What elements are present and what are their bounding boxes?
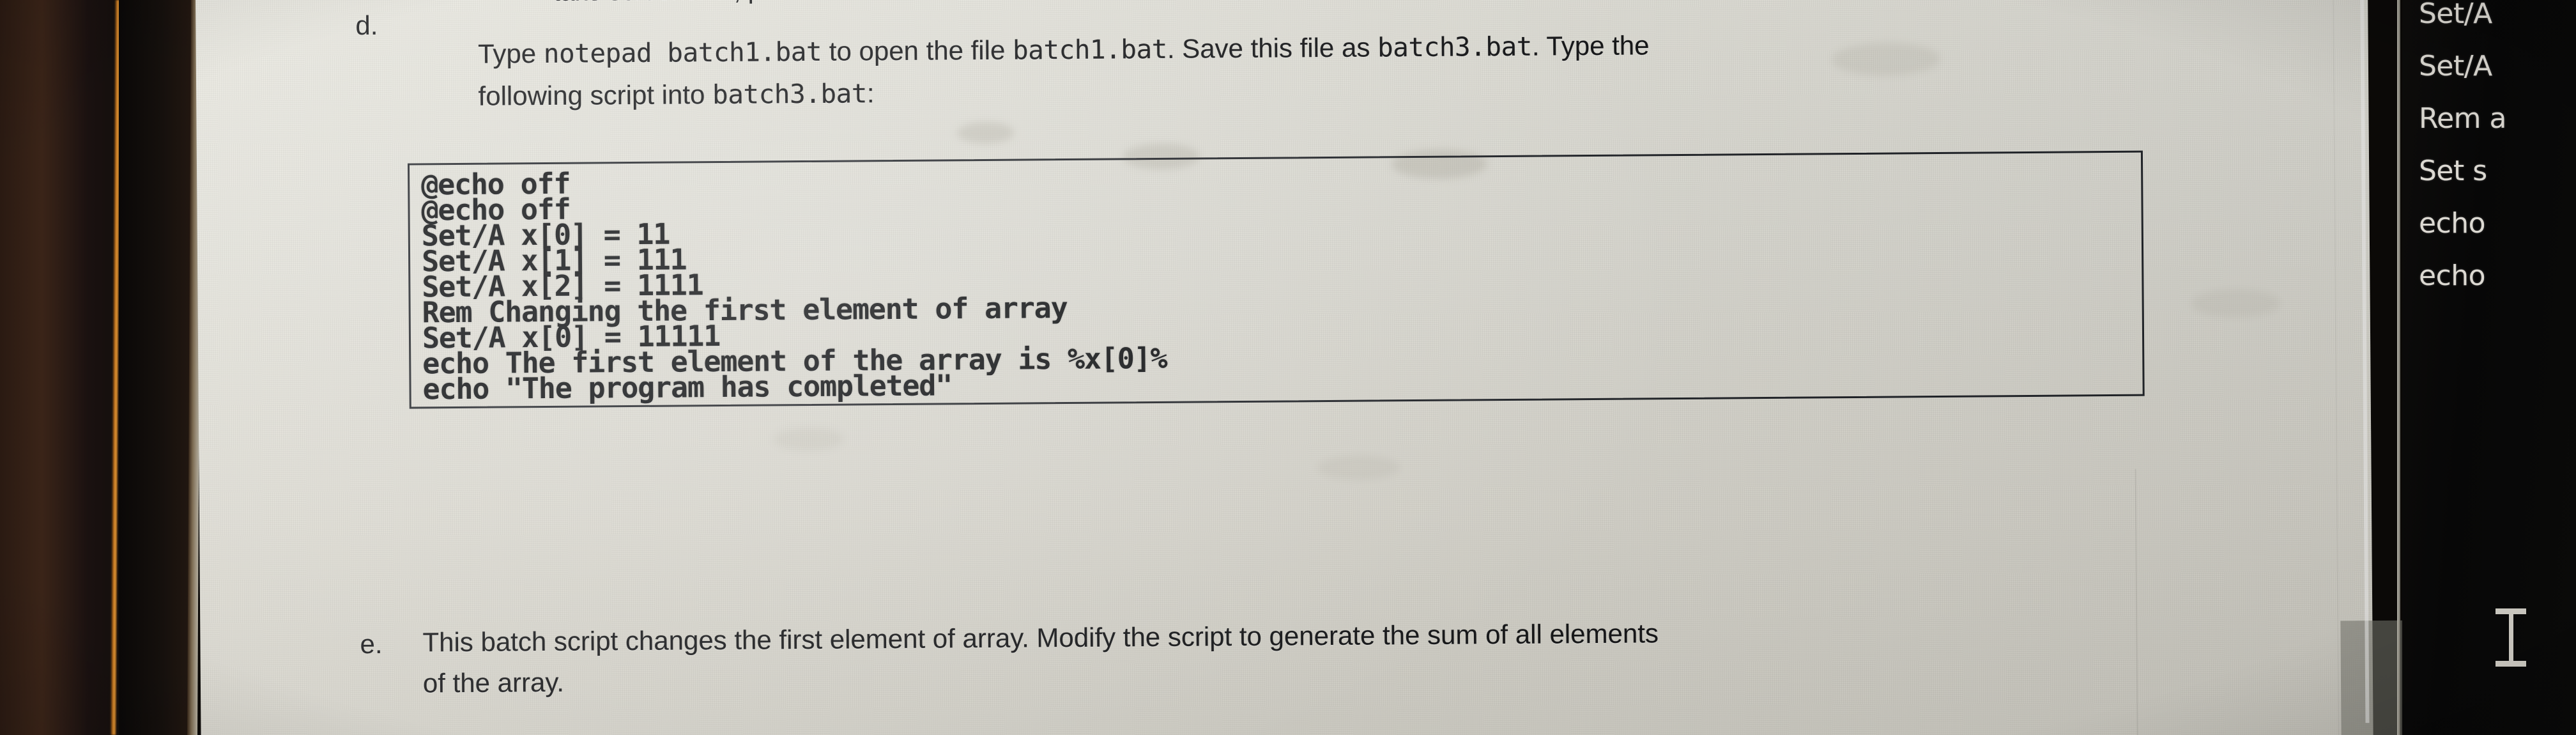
window-divider bbox=[2397, 0, 2400, 735]
bezel-inner-frame bbox=[119, 0, 197, 735]
panel-code-line: Set/A bbox=[2419, 0, 2492, 30]
text-run: following script into bbox=[478, 79, 713, 111]
screen-smudge bbox=[774, 427, 845, 451]
window-seam bbox=[2135, 468, 2138, 735]
item-e-line-2: of the array. bbox=[422, 667, 565, 699]
panel-code-line: Set s bbox=[2419, 155, 2487, 187]
document-page: take screenshot, paste it into word docu… bbox=[195, 0, 2412, 735]
window-right-edge bbox=[2359, 0, 2370, 723]
code-block: @echo off @echo off Set/A x[0] = 11 Set/… bbox=[407, 150, 2145, 409]
panel-code-line: echo bbox=[2419, 259, 2486, 292]
screen-smudge bbox=[956, 121, 1015, 144]
code-line: echo "The program has completed" bbox=[422, 368, 953, 406]
panel-code-line: Set/A bbox=[2419, 50, 2492, 82]
panel-code-line: Rem a bbox=[2419, 102, 2506, 135]
screen-smudge bbox=[1317, 455, 1400, 481]
scrollbar-thumb[interactable] bbox=[2340, 620, 2412, 735]
list-marker-e: e. bbox=[360, 628, 383, 660]
panel-code-line: echo bbox=[2419, 207, 2486, 240]
list-marker-d: d. bbox=[355, 10, 378, 41]
text-run: . Type the bbox=[1531, 30, 1650, 61]
window-seam bbox=[2333, 0, 2340, 735]
code-run: batch3.bat bbox=[1377, 31, 1533, 63]
text-ibeam-cursor bbox=[2492, 607, 2530, 669]
code-run: batch3.bat bbox=[712, 78, 868, 111]
item-e-line-1: This batch script changes the first elem… bbox=[422, 618, 1659, 658]
right-editor-panel[interactable]: Set/A Set/A Rem a Set s echo echo bbox=[2402, 0, 2576, 735]
code-run: batch1.bat bbox=[1012, 33, 1168, 66]
text-run: : bbox=[866, 78, 875, 109]
text-run: . Save this file as bbox=[1167, 32, 1378, 64]
screen-smudge bbox=[2191, 289, 2281, 318]
screen-smudge bbox=[1831, 42, 1941, 77]
item-d-line-2: following script into batch3.bat: bbox=[418, 47, 875, 143]
document-body: take screenshot, paste it into word docu… bbox=[195, 0, 2412, 735]
screenshot-stage: take screenshot, paste it into word docu… bbox=[0, 0, 2576, 735]
